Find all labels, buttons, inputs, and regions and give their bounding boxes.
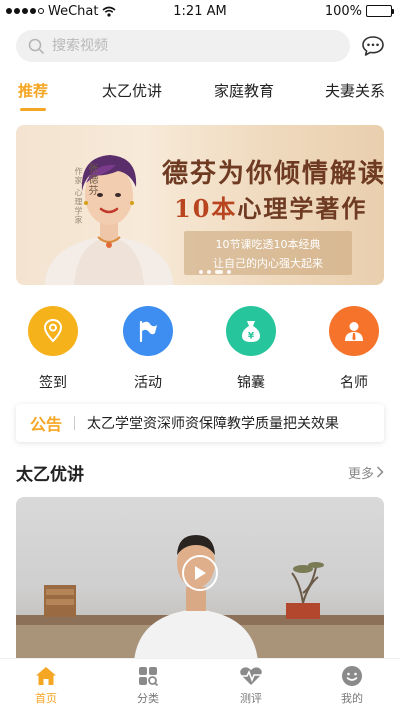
events-circle [123,306,173,356]
banner-caption-line1: 10节课吃透10本经典 [215,238,321,251]
tips-label: 锦囊 [237,375,265,391]
banner-caption-line2: 让自己的内心强大起来 [213,257,323,270]
status-bar: WeChat 1:21 AM 100% [0,0,400,22]
announcement-title: 公告 [30,415,63,434]
heartbeat-icon [240,667,262,685]
banner-subheadline: 10本心理学著作 [174,189,367,224]
teachers-label: 名师 [340,375,368,391]
nav-assessment-label: 测评 [240,692,262,705]
section-title: 太乙优讲 [16,464,84,485]
nav-home[interactable]: 首页 [16,665,76,706]
category-icon [139,667,158,686]
battery-percent: 100% [324,3,362,19]
carousel-indicator [199,270,231,274]
search-icon [28,38,44,54]
battery-icon [366,5,394,17]
quick-action-tips[interactable]: ¥ 锦囊 [219,306,283,392]
announcement-bar[interactable]: 公告 太乙学堂资深师资保障教学质量把关效果 [16,404,384,442]
nav-category-label: 分类 [137,692,159,705]
play-icon [195,566,206,580]
tab-recommend[interactable]: 推荐 [18,80,48,101]
location-pin-icon [43,318,63,343]
search-input[interactable] [52,38,312,54]
status-right: 100% [324,3,394,19]
section-header: 太乙优讲 更多 [16,460,384,485]
message-button[interactable] [360,33,386,59]
more-label: 更多 [347,466,374,482]
carrier-label: WeChat [48,3,99,19]
flag-icon [139,320,157,343]
tab-taiyi-lectures[interactable]: 太乙优讲 [102,80,162,101]
svg-text:¥: ¥ [248,332,255,342]
banner-highlight: 10本 [174,194,238,223]
banner-caption-box: 10节课吃透10本经典 让自己的内心强大起来 [184,231,352,275]
announcement-divider [74,416,76,430]
quick-actions: 签到 活动 ¥ 锦囊 名师 [0,306,400,396]
speaker-title: 作家 心理学家 [74,167,83,225]
quick-action-checkin[interactable]: 签到 [21,306,85,392]
teacher-icon [345,322,363,341]
quick-action-events[interactable]: 活动 [116,306,180,392]
search-box[interactable] [16,30,350,62]
play-button[interactable] [182,555,218,591]
profile-icon [342,666,362,686]
nav-category[interactable]: 分类 [118,665,178,706]
home-icon [36,667,56,685]
tips-circle: ¥ [226,306,276,356]
nav-assessment[interactable]: 测评 [221,665,281,706]
bottom-nav: 首页 分类 测评 我的 [0,658,400,711]
status-left: WeChat [6,4,116,19]
banner-headline: 德芬为你倾情解读 [162,159,384,189]
quick-action-teachers[interactable]: 名师 [322,306,386,392]
checkin-label: 签到 [39,375,67,391]
status-time: 1:21 AM [173,3,227,19]
wifi-icon [102,6,116,17]
chevron-right-icon [376,466,384,478]
category-tabs: 推荐 太乙优讲 家庭教育 夫妻关系 [0,80,400,114]
tab-marriage[interactable]: 夫妻关系 [325,80,385,101]
checkin-circle [28,306,78,356]
teachers-circle [329,306,379,356]
video-card[interactable] [16,497,384,662]
promo-banner[interactable]: 作家 心理学家 张德芬 德芬为你倾情解读 10本心理学著作 10节课吃透10本经… [16,125,384,285]
chat-bubble-icon [362,36,384,56]
tab-active-indicator [20,108,46,111]
events-label: 活动 [134,375,162,391]
nav-home-label: 首页 [35,692,57,705]
nav-profile-label: 我的 [341,692,363,705]
more-link[interactable]: 更多 [348,463,384,482]
banner-subheadline-rest: 心理学著作 [237,194,368,223]
tab-family-education[interactable]: 家庭教育 [214,80,274,101]
search-row [16,30,388,62]
nav-profile[interactable]: 我的 [322,665,382,706]
money-bag-icon: ¥ [242,321,260,342]
announcement-text: 太乙学堂资深师资保障教学质量把关效果 [87,416,340,432]
signal-icon [6,8,44,14]
speaker-name: 张德芬 [86,163,97,196]
